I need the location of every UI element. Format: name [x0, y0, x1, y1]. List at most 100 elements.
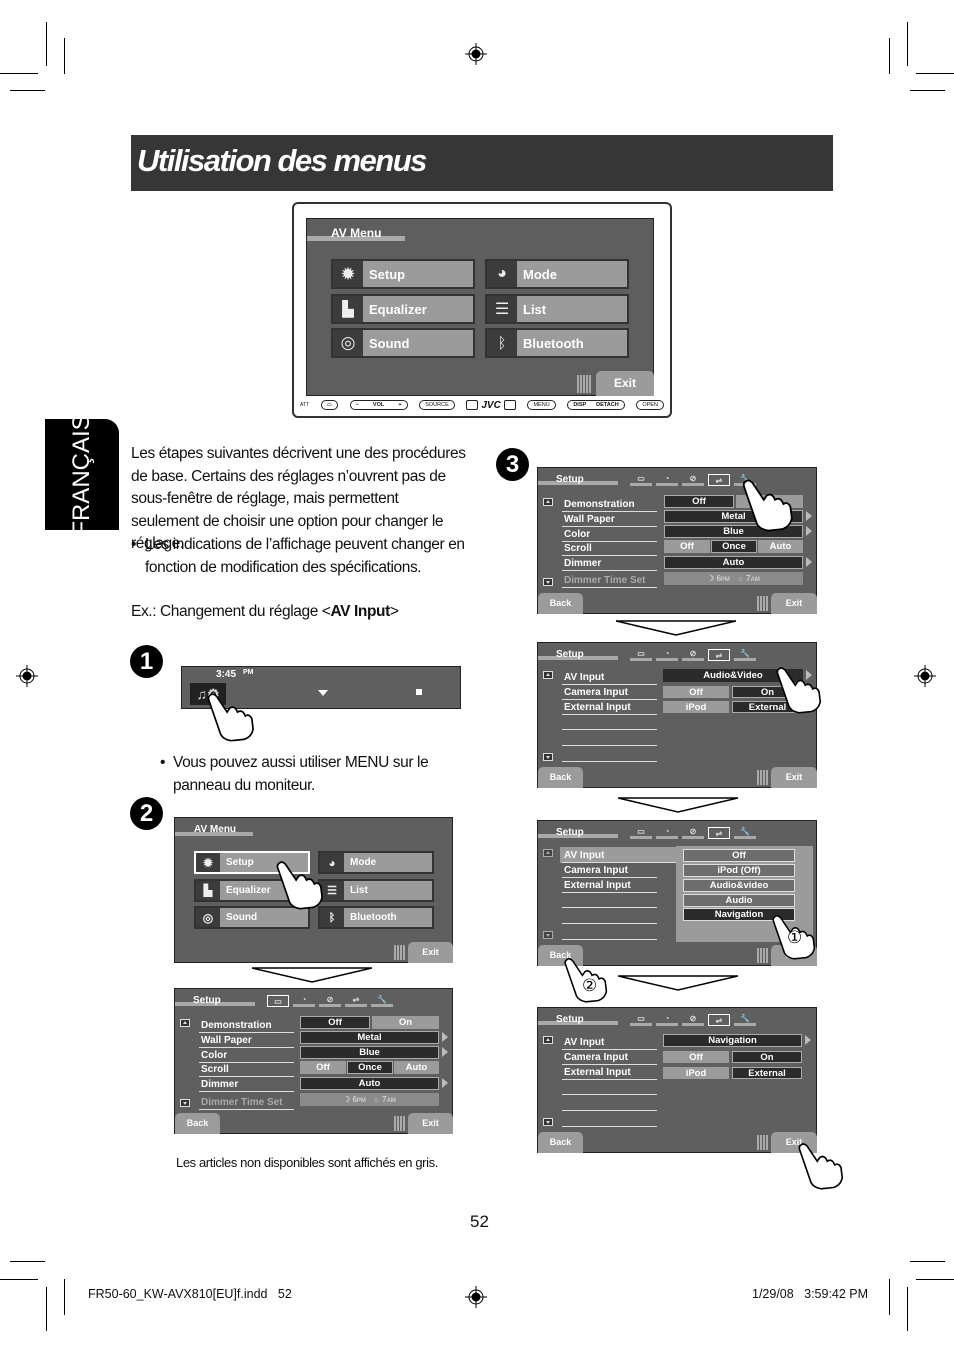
- tab-disc[interactable]: ⊘: [319, 995, 341, 1007]
- menu-item-equalizer[interactable]: ▙ Equalizer: [331, 294, 475, 324]
- tab-input[interactable]: ⇌: [708, 474, 730, 486]
- option-demo-off[interactable]: Off: [300, 1016, 370, 1029]
- row-scroll[interactable]: Scroll: [199, 1063, 294, 1077]
- back-button[interactable]: Back: [538, 767, 583, 788]
- value-wallpaper[interactable]: Metal: [300, 1031, 439, 1044]
- tab-clock[interactable]: ◔: [656, 649, 678, 661]
- tab-tools[interactable]: 🔧: [371, 995, 393, 1007]
- tab-disc[interactable]: ⊘: [682, 649, 704, 661]
- next-arrow-icon[interactable]: [806, 557, 812, 567]
- value-dimmer[interactable]: Auto: [300, 1077, 439, 1090]
- option-scroll-off[interactable]: Off: [664, 540, 710, 553]
- tab-clock[interactable]: ◔: [656, 474, 678, 486]
- value-dimmer[interactable]: Auto: [664, 556, 803, 569]
- menu-item-list[interactable]: ☰ List: [485, 294, 629, 324]
- popup-option-audio-video[interactable]: Audio&video: [683, 879, 795, 892]
- row-camera-input[interactable]: Camera Input: [562, 686, 657, 700]
- tab-clock[interactable]: ◔: [293, 995, 315, 1007]
- value-color[interactable]: Blue: [300, 1046, 439, 1059]
- option-demo-off[interactable]: Off: [664, 495, 734, 508]
- tab-display[interactable]: ▭: [630, 827, 652, 839]
- row-external-input[interactable]: External Input: [562, 701, 657, 715]
- back-button[interactable]: Back: [538, 593, 583, 614]
- row-color[interactable]: Color: [199, 1049, 294, 1063]
- back-button[interactable]: Back: [175, 1113, 220, 1134]
- next-arrow-icon[interactable]: [442, 1078, 448, 1088]
- row-demonstration[interactable]: Demonstration: [199, 1019, 294, 1033]
- tab-input[interactable]: ⇌: [708, 827, 730, 839]
- option-scroll-auto[interactable]: Auto: [394, 1061, 439, 1074]
- volume-control[interactable]: − VOL +: [349, 400, 408, 410]
- stop-icon[interactable]: [416, 689, 422, 695]
- menu-item-mode[interactable]: ◕ Mode: [485, 259, 629, 289]
- tab-display[interactable]: ▭: [630, 649, 652, 661]
- option-scroll-off[interactable]: Off: [300, 1061, 346, 1074]
- row-av-input[interactable]: AV Input: [562, 849, 676, 863]
- scroll-up-button[interactable]: [543, 1036, 553, 1044]
- right-button[interactable]: [503, 400, 516, 410]
- att-button[interactable]: ATT: [300, 402, 309, 408]
- row-camera-input[interactable]: Camera Input: [562, 1051, 657, 1065]
- option-external-ipod[interactable]: iPod: [663, 1067, 729, 1079]
- open-button[interactable]: OPEN: [636, 400, 664, 410]
- menu-item-sound[interactable]: ◎ Sound: [331, 328, 475, 358]
- next-arrow-icon[interactable]: [442, 1032, 448, 1042]
- scroll-down-button[interactable]: [543, 578, 553, 586]
- scroll-up-button[interactable]: [180, 1019, 190, 1027]
- tab-display[interactable]: ▭: [630, 1014, 652, 1026]
- tab-tools[interactable]: 🔧: [734, 649, 756, 661]
- next-arrow-icon[interactable]: [806, 511, 812, 521]
- tab-tools[interactable]: 🔧: [734, 1014, 756, 1026]
- menu-item-list[interactable]: ☰ List: [318, 879, 434, 902]
- popup-option-ipod-off[interactable]: iPod (Off): [683, 864, 795, 877]
- tab-input[interactable]: ⇌: [345, 995, 367, 1007]
- tab-disc[interactable]: ⊘: [682, 827, 704, 839]
- value-av-input[interactable]: Navigation: [663, 1034, 802, 1047]
- row-dimmer[interactable]: Dimmer: [562, 557, 657, 571]
- row-wallpaper[interactable]: Wall Paper: [562, 513, 657, 527]
- scroll-down-button[interactable]: [543, 931, 553, 939]
- scroll-down-button[interactable]: [543, 753, 553, 761]
- tab-display[interactable]: ▭: [630, 474, 652, 486]
- power-button[interactable]: ▭: [320, 400, 338, 410]
- menu-item-bluetooth[interactable]: ᛒ Bluetooth: [318, 906, 434, 929]
- dropdown-arrow-icon[interactable]: [318, 690, 328, 696]
- scroll-down-button[interactable]: [180, 1099, 190, 1107]
- menu-item-bluetooth[interactable]: ᛒ Bluetooth: [485, 328, 629, 358]
- row-av-input[interactable]: AV Input: [562, 1036, 657, 1050]
- row-external-input[interactable]: External Input: [562, 879, 657, 893]
- row-av-input[interactable]: AV Input: [562, 671, 657, 685]
- option-camera-off[interactable]: Off: [663, 1051, 729, 1063]
- tab-clock[interactable]: ◔: [656, 827, 678, 839]
- option-scroll-auto[interactable]: Auto: [758, 540, 803, 553]
- exit-button[interactable]: Exit: [408, 1113, 453, 1134]
- row-color[interactable]: Color: [562, 528, 657, 542]
- row-demonstration[interactable]: Demonstration: [562, 498, 657, 512]
- row-dimmer[interactable]: Dimmer: [199, 1078, 294, 1092]
- option-external-ipod[interactable]: iPod: [663, 701, 729, 713]
- option-camera-on[interactable]: On: [732, 1051, 802, 1063]
- scroll-down-button[interactable]: [543, 1118, 553, 1126]
- back-button[interactable]: Back: [538, 1132, 583, 1153]
- scroll-up-button[interactable]: [543, 671, 553, 679]
- exit-button[interactable]: Exit: [596, 371, 654, 396]
- next-arrow-icon[interactable]: [442, 1047, 448, 1057]
- popup-option-audio[interactable]: Audio: [683, 894, 795, 907]
- row-camera-input[interactable]: Camera Input: [562, 864, 657, 878]
- next-arrow-icon[interactable]: [805, 1035, 811, 1045]
- row-external-input[interactable]: External Input: [562, 1066, 657, 1080]
- scroll-up-button[interactable]: [543, 498, 553, 506]
- tab-tools[interactable]: 🔧: [734, 827, 756, 839]
- source-button[interactable]: SOURCE: [419, 400, 455, 410]
- popup-option-off[interactable]: Off: [683, 849, 795, 862]
- option-demo-on[interactable]: On: [372, 1016, 439, 1029]
- menu-item-setup[interactable]: ✹ Setup: [331, 259, 475, 289]
- disp-detach-button[interactable]: DISP DETACH: [567, 400, 625, 410]
- option-scroll-once[interactable]: Once: [347, 1061, 393, 1074]
- tab-disc[interactable]: ⊘: [682, 474, 704, 486]
- option-external-external[interactable]: External: [732, 1067, 802, 1079]
- option-scroll-once[interactable]: Once: [711, 540, 757, 553]
- row-scroll[interactable]: Scroll: [562, 542, 657, 556]
- option-camera-off[interactable]: Off: [663, 686, 729, 698]
- menu-hard-button[interactable]: MENU: [527, 400, 556, 410]
